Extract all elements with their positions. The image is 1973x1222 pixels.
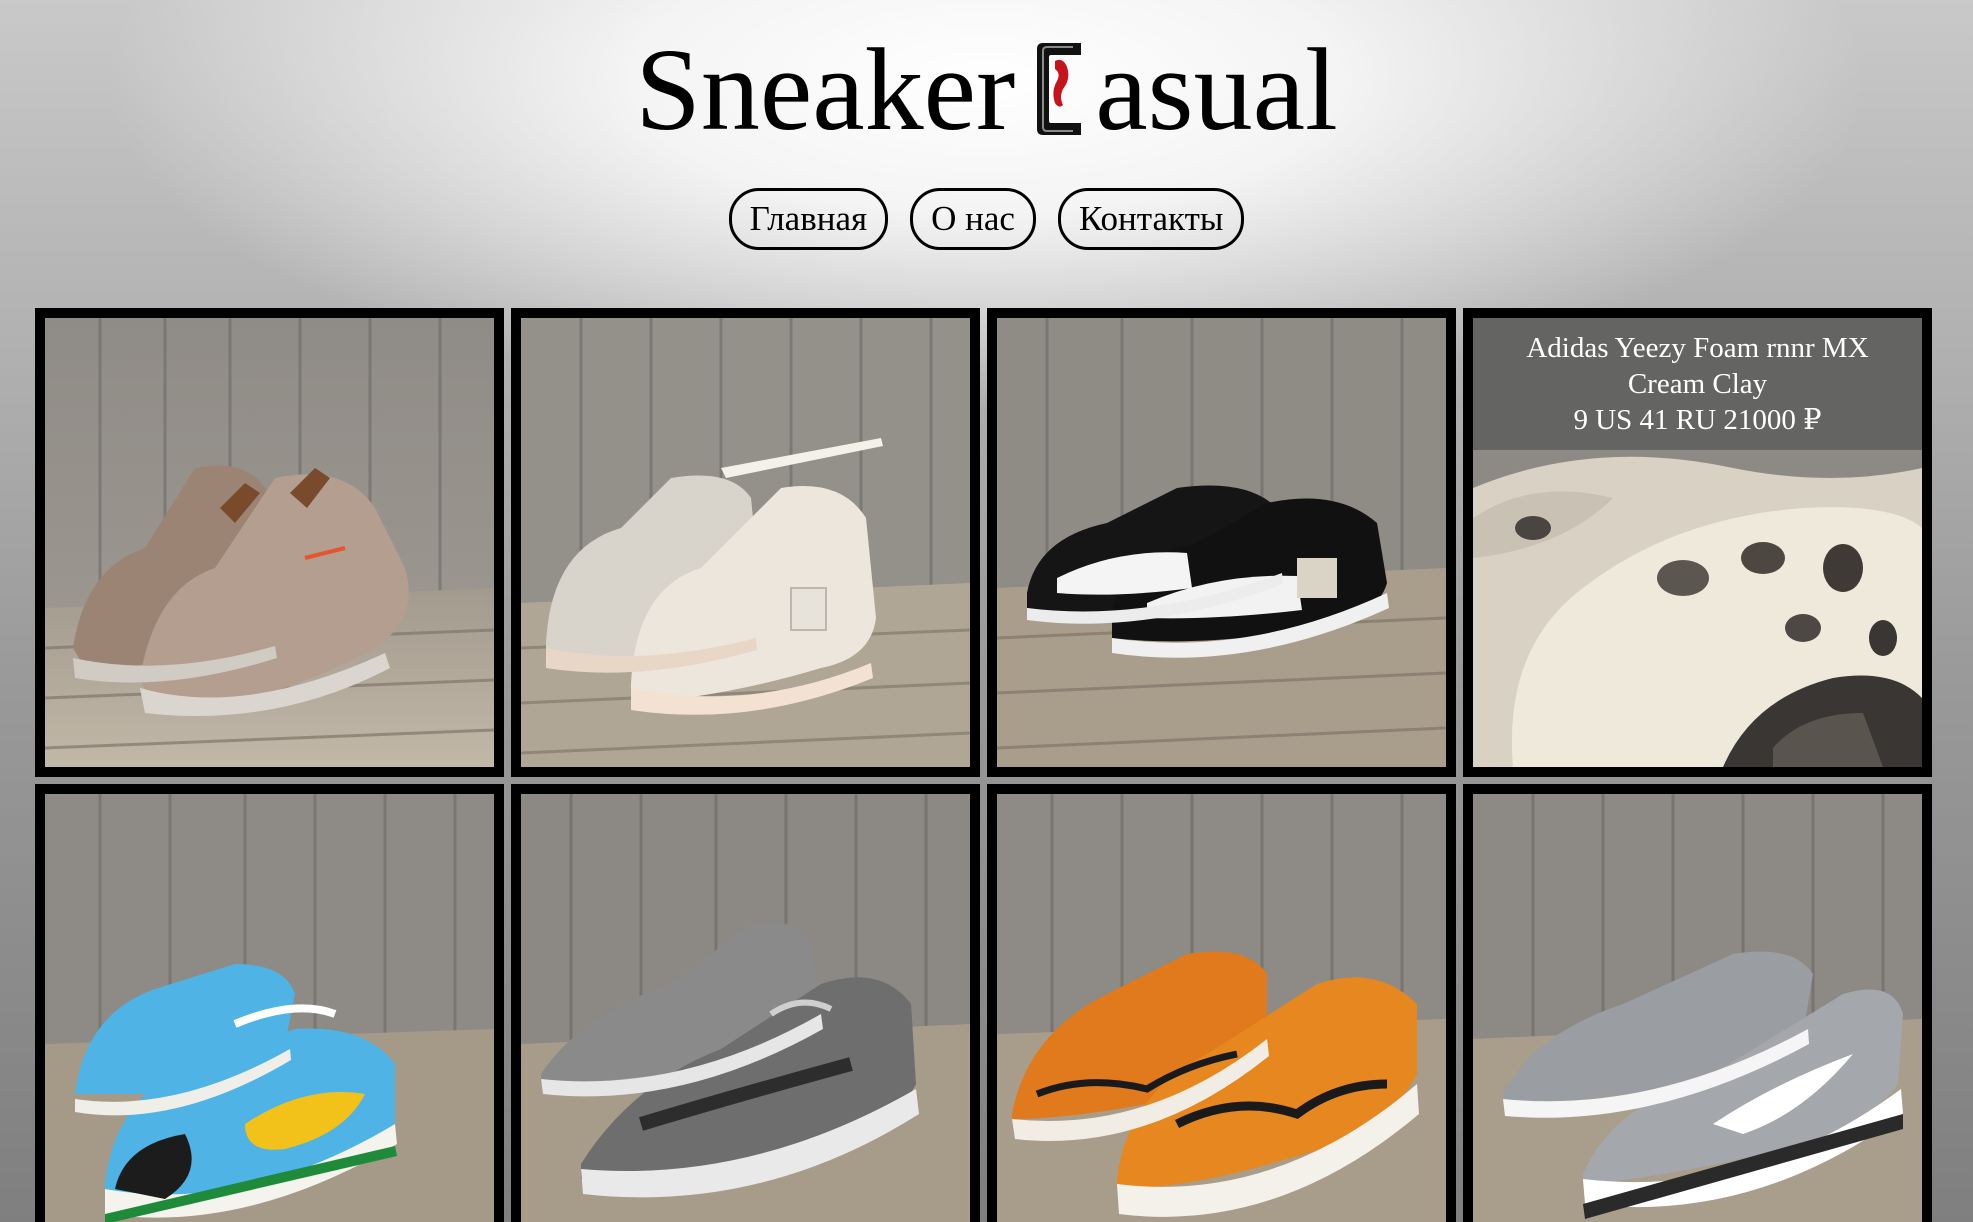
main-nav: Главная О нас Контакты	[0, 188, 1973, 250]
product-card-4[interactable]: Adidas Yeezy Foam rnnr MX Cream Clay 9 U…	[1463, 308, 1932, 777]
cream-sail-high-top-sneakers-image	[521, 318, 970, 767]
tan-suede-high-top-sneakers-image	[45, 318, 494, 767]
product-size-price: 9 US 41 RU 21000 ₽	[1573, 404, 1822, 436]
product-card-8[interactable]	[1463, 784, 1932, 1222]
product-card-6[interactable]	[511, 784, 980, 1222]
black-white-low-top-sneakers-image	[997, 318, 1446, 767]
logo-text-left: Sneaker	[635, 24, 1016, 155]
product-card-5[interactable]	[35, 784, 504, 1222]
nav-about-button[interactable]: О нас	[910, 188, 1036, 250]
orange-skeleton-low-top-sneakers-image	[997, 794, 1446, 1222]
product-card-1[interactable]	[35, 308, 504, 777]
site-logo[interactable]: Sneaker asual	[0, 20, 1973, 160]
grey-knit-sneakers-image	[521, 794, 970, 1222]
blue-yellow-cow-print-low-top-sneakers-image	[45, 794, 494, 1222]
nav-home-button[interactable]: Главная	[728, 188, 889, 250]
grey-suede-runner-sneakers-image	[1473, 794, 1922, 1222]
product-name: Adidas Yeezy Foam rnnr MX	[1526, 332, 1869, 364]
sneaker-c-logo-icon	[1033, 39, 1085, 135]
product-caption: Adidas Yeezy Foam rnnr MX Cream Clay 9 U…	[1473, 318, 1922, 450]
logo-text-right: asual	[1095, 24, 1338, 155]
product-card-7[interactable]	[987, 784, 1456, 1222]
product-card-3[interactable]	[987, 308, 1456, 777]
nav-contacts-button[interactable]: Контакты	[1057, 188, 1245, 250]
product-card-2[interactable]	[511, 308, 980, 777]
product-colorway: Cream Clay	[1627, 368, 1768, 400]
site-header: Sneaker asual Главная О нас Контакты	[0, 0, 1973, 300]
